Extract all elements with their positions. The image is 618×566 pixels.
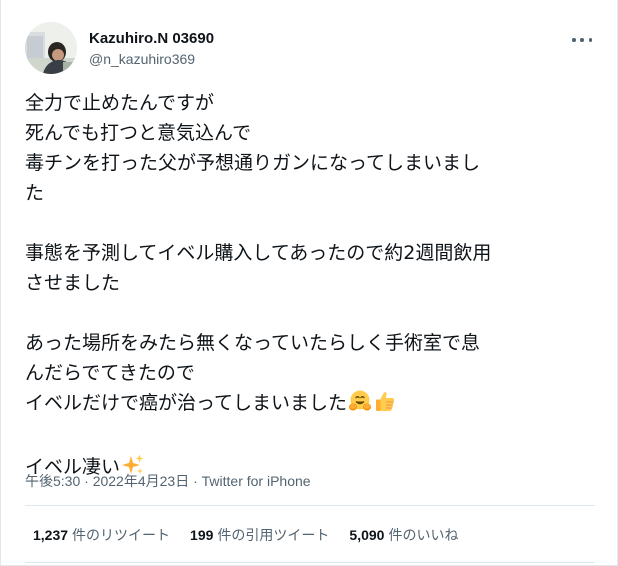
tweet-line: た [25, 182, 45, 204]
tweet-paragraph: あった場所をみたら無くなっていたらしく手術室で息 んだらでてきたので イベルだけ… [25, 328, 593, 422]
divider [25, 562, 595, 563]
likes-count: 5,090 [349, 527, 385, 543]
tweet-line: んだらでてきたので [25, 362, 195, 384]
tweet-line: 死んでも打つと意気込んで [25, 122, 252, 144]
avatar[interactable] [25, 22, 77, 74]
user-handle[interactable]: @n_kazuhiro369 [89, 50, 214, 68]
divider [25, 505, 595, 506]
author-info: Kazuhiro.N 03690 @n_kazuhiro369 [89, 30, 214, 68]
retweets-label: 件のリツイート [72, 527, 171, 543]
more-dot [588, 38, 592, 42]
thumbs-up-emoji [373, 389, 397, 422]
tweet-card: Kazuhiro.N 03690 @n_kazuhiro369 全力で止めたんで… [0, 0, 618, 566]
tweet-paragraph: 全力で止めたんですが 死んでも打つと意気込んで 毒チンを打った父が予想通りガンに… [25, 88, 593, 208]
tweet-line: 毒チンを打った父が予想通りガンになってしまいまし [25, 152, 481, 174]
more-dot [580, 38, 584, 42]
likes-label: 件のいいね [388, 527, 459, 543]
likes-stat[interactable]: 5,090 件のいいね [349, 526, 458, 544]
tweet-line: 事態を予測してイベル購入してあったので約2週間飲用 [25, 242, 492, 264]
quotes-count: 199 [190, 527, 214, 543]
retweets-stat[interactable]: 1,237 件のリツイート [33, 526, 170, 544]
tweet-line-with-emoji: イベルだけで癌が治ってしまいました [25, 388, 593, 422]
display-name[interactable]: Kazuhiro.N 03690 [89, 30, 214, 48]
more-dot [572, 38, 576, 42]
tweet-line: 全力で止めたんですが [25, 92, 215, 114]
retweets-count: 1,237 [33, 527, 69, 543]
tweet-line: させました [25, 272, 121, 294]
tweet-text: 全力で止めたんですが 死んでも打つと意気込んで 毒チンを打った父が予想通りガンに… [25, 88, 593, 486]
tweet-header: Kazuhiro.N 03690 @n_kazuhiro369 [25, 22, 600, 74]
tweet-paragraph: 事態を予測してイベル購入してあったので約2週間飲用 させました [25, 238, 593, 298]
tweet-line: あった場所をみたら無くなっていたらしく手術室で息 [25, 332, 481, 354]
tweet-stats: 1,237 件のリツイート 199 件の引用ツイート 5,090 件のいいね [33, 526, 478, 544]
quotes-stat[interactable]: 199 件の引用ツイート [190, 526, 329, 544]
tweet-line-text: イベルだけで癌が治ってしまいました [25, 392, 348, 414]
hugging-face-emoji [348, 389, 372, 422]
quotes-label: 件の引用ツイート [217, 527, 330, 543]
more-horizontal-icon[interactable] [572, 32, 592, 48]
tweet-timestamp[interactable]: 午後5:30 · 2022年4月23日 · Twitter for iPhone [25, 472, 311, 490]
